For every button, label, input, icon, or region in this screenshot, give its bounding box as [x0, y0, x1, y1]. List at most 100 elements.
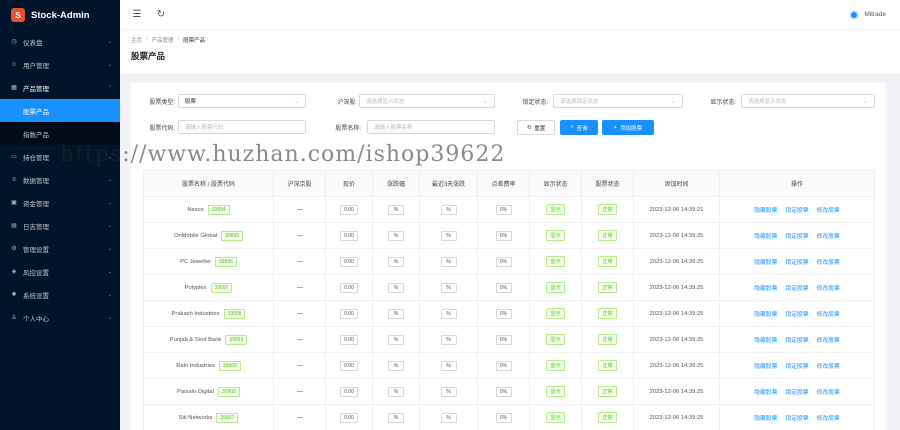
sidebar-item[interactable]: ◈ 风控设置 ⌄: [0, 260, 120, 283]
hide-stock-link[interactable]: 隐藏股票: [754, 234, 777, 240]
price-value: 0.00: [340, 230, 358, 241]
user-menu[interactable]: Mitrade: [849, 9, 886, 20]
stock-name-cell: OnMobile Global 39895: [143, 222, 274, 249]
spread-value: 0%: [495, 386, 512, 397]
stock-name-input[interactable]: 请输入股票名称: [367, 120, 495, 134]
market-select[interactable]: 请选择显示状态 ⌄: [359, 94, 495, 108]
menu-fold-icon[interactable]: ☰: [130, 9, 144, 20]
lock-stock-link[interactable]: 锁定股票: [785, 338, 808, 344]
edit-stock-link[interactable]: 修改股票: [817, 312, 840, 318]
chevron-down-icon: ⌄: [107, 222, 112, 229]
briefcase-icon: ▭: [11, 154, 17, 160]
edit-stock-link[interactable]: 修改股票: [817, 260, 840, 266]
sidebar-item[interactable]: ▦ 产品管理 ⌃: [0, 76, 120, 99]
sidebar-subitem[interactable]: 指数产品: [0, 122, 120, 145]
sidebar-item-label: 资金管理: [23, 200, 49, 208]
edit-stock-link[interactable]: 修改股票: [817, 338, 840, 344]
sidebar-item[interactable]: ♙ 个人中心 ⌄: [0, 306, 120, 329]
spread-value: 0%: [495, 256, 512, 267]
sidebar-item[interactable]: ✹ 系统设置 ⌄: [0, 283, 120, 306]
display-cell: 显示: [529, 326, 582, 353]
stock-name-cell: Prakash Industries 39898: [143, 300, 274, 327]
edit-stock-link[interactable]: 修改股票: [817, 208, 840, 214]
sidebar-item[interactable]: ▣ 资金管理 ⌄: [0, 191, 120, 214]
sidebar-item-label: 个人中心: [23, 315, 49, 323]
stock-table: 股票名称 / 股票代码 沪深京股 现价 涨跌幅 最近3天涨跌 点差费率 显示状态 股票状态 添加…: [143, 170, 875, 430]
sidebar-item[interactable]: ☺ 用户管理 ⌄: [0, 53, 120, 76]
display-status-placeholder: 请选择显示状态: [748, 99, 787, 105]
lock-stock-link[interactable]: 锁定股票: [785, 390, 808, 396]
settings-icon: ⚙: [11, 246, 17, 252]
display-cell: 显示: [529, 404, 582, 430]
hide-stock-link[interactable]: 隐藏股票: [754, 260, 777, 266]
edit-stock-link[interactable]: 修改股票: [817, 234, 840, 240]
sidebar-item[interactable]: ≡ 数据管理 ⌄: [0, 168, 120, 191]
sidebar: S Stock-Admin ◷ 仪表盘 ⌄ ☺ 用户管理 ⌄ ▦ 产品管理 ⌃ 股票产品 指数产品 ▭…: [0, 0, 120, 430]
lock-stock-link[interactable]: 锁定股票: [785, 234, 808, 240]
actions-cell: 隐藏股票 锁定股票 修改股票: [719, 300, 875, 327]
price-value: 0.00: [340, 334, 358, 345]
sidebar-item[interactable]: ◷ 仪表盘 ⌄: [0, 30, 120, 53]
column-header: 涨跌幅: [372, 170, 420, 197]
lock-status-select[interactable]: 请选择锁定状态 ⌄: [553, 94, 683, 108]
change3-value: %: [440, 386, 457, 397]
spread-cell: 0%: [477, 274, 530, 301]
stock-code-input[interactable]: 请输入股票代码: [178, 120, 306, 134]
chart-icon: ▦: [11, 85, 17, 91]
edit-stock-link[interactable]: 修改股票: [817, 286, 840, 292]
price-cell: 0.00: [325, 274, 373, 301]
edit-stock-link[interactable]: 修改股票: [817, 390, 840, 396]
hide-stock-link[interactable]: 隐藏股票: [754, 338, 777, 344]
edit-stock-link[interactable]: 修改股票: [817, 416, 840, 422]
display-status-select[interactable]: 请选择显示状态 ⌄: [741, 94, 875, 108]
display-status-tag: 显示: [546, 230, 565, 241]
hide-stock-link[interactable]: 隐藏股票: [754, 312, 777, 318]
lock-stock-link[interactable]: 锁定股票: [785, 312, 808, 318]
table-row: PC Jeweller 39896 — 0.00%% 0% 显示 正常 2023-12-06 …: [143, 248, 875, 275]
change3-value: %: [440, 230, 457, 241]
stock-type-select[interactable]: 股票 ⌄: [178, 94, 306, 108]
table-row: Polyplex 39897 — 0.00%% 0% 显示 正常 2023-12-06 14:…: [143, 274, 875, 301]
change-value: %: [388, 412, 404, 423]
change-cell: %: [372, 352, 420, 379]
market-cell: —: [273, 222, 326, 249]
app-logo[interactable]: S Stock-Admin: [0, 0, 120, 30]
status-cell: 正常: [581, 248, 634, 275]
refresh-icon[interactable]: ↻: [154, 9, 168, 20]
change-cell: %: [372, 404, 420, 430]
lock-stock-link[interactable]: 锁定股票: [785, 416, 808, 422]
sidebar-subitem[interactable]: 股票产品: [0, 99, 120, 122]
content-panel: 股票类型: 股票 ⌄ 沪深股: 请选择显示状态 ⌄ 锁定状态: 请选择锁定状态 …: [131, 83, 885, 430]
hide-stock-link[interactable]: 隐藏股票: [754, 390, 777, 396]
hide-stock-link[interactable]: 隐藏股票: [754, 416, 777, 422]
display-cell: 显示: [529, 300, 582, 327]
hide-stock-link[interactable]: 隐藏股票: [754, 364, 777, 370]
lock-stock-link[interactable]: 锁定股票: [785, 208, 808, 214]
stock-name-cell: Nesco 39894: [143, 196, 274, 223]
change-cell: %: [372, 274, 420, 301]
add-stock-button[interactable]: + 添加股票: [602, 120, 654, 135]
lock-stock-link[interactable]: 锁定股票: [785, 260, 808, 266]
sidebar-item[interactable]: ⚙ 管理设置 ⌄: [0, 237, 120, 260]
page-header: 主页 / 产品管理 / 股票产品 股票产品: [120, 30, 900, 74]
stock-type-value: 股票: [185, 99, 197, 105]
sidebar-item[interactable]: ▭ 持仓管理 ⌄: [0, 145, 120, 168]
search-button[interactable]: ⌕ 查询: [560, 120, 598, 135]
display-status-tag: 显示: [546, 334, 565, 345]
hide-stock-link[interactable]: 隐藏股票: [754, 286, 777, 292]
app-title: Stock-Admin: [31, 9, 90, 21]
lock-stock-link[interactable]: 锁定股票: [785, 286, 808, 292]
sidebar-item[interactable]: ▤ 日志管理 ⌄: [0, 214, 120, 237]
edit-stock-link[interactable]: 修改股票: [817, 364, 840, 370]
breadcrumb-product[interactable]: 产品管理: [152, 36, 174, 44]
breadcrumb-home[interactable]: 主页: [131, 36, 142, 44]
sidebar-item-label: 管理设置: [23, 246, 49, 254]
spread-value: 0%: [495, 230, 512, 241]
reset-button[interactable]: ⟲ 重置: [517, 120, 555, 135]
display-cell: 显示: [529, 248, 582, 275]
status-cell: 正常: [581, 274, 634, 301]
breadcrumb-current: 股票产品: [183, 38, 206, 44]
actions-cell: 隐藏股票 锁定股票 修改股票: [719, 326, 875, 353]
hide-stock-link[interactable]: 隐藏股票: [754, 208, 777, 214]
lock-stock-link[interactable]: 锁定股票: [785, 364, 808, 370]
